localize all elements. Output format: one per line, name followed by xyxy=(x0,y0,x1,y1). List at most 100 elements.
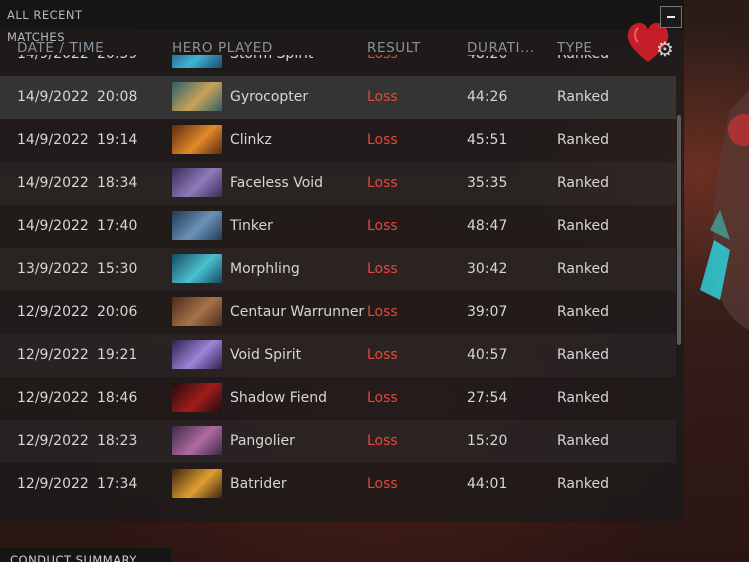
match-time: 18:46 xyxy=(97,390,138,406)
match-date: 12/9/2022 xyxy=(17,304,89,320)
match-time: 18:34 xyxy=(97,175,138,191)
background-hero-art xyxy=(700,90,749,330)
section-title: ALL RECENT MATCHES xyxy=(0,4,141,44)
match-time: 15:30 xyxy=(97,261,138,277)
hero-name: Centaur Warrunner xyxy=(230,304,365,320)
match-type: Ranked xyxy=(557,433,609,449)
match-row[interactable]: 12/9/2022 20:06 Centaur Warrunner Loss 39:07… xyxy=(0,291,676,334)
match-row[interactable]: 14/9/2022 18:34 Faceless Void Loss 35:35 Rank… xyxy=(0,162,676,205)
hero-portrait xyxy=(172,82,222,111)
match-row[interactable]: 12/9/2022 17:34 Batrider Loss 44:01 Ranked xyxy=(0,463,676,506)
match-type: Ranked xyxy=(557,304,609,320)
hero-portrait xyxy=(172,254,222,283)
match-date: 12/9/2022 xyxy=(17,347,89,363)
match-row[interactable]: 12/9/2022 18:23 Pangolier Loss 15:20 Ranked xyxy=(0,420,676,463)
hero-name: Faceless Void xyxy=(230,175,324,191)
match-result: Loss xyxy=(367,89,398,105)
match-duration: 48:20 xyxy=(467,55,507,76)
match-type: Ranked xyxy=(557,390,609,406)
column-header-duration[interactable]: DURATI... xyxy=(467,40,535,56)
match-result: Loss xyxy=(367,347,398,363)
match-row[interactable]: 12/9/2022 18:46 Shadow Fiend Loss 27:54 Ranke… xyxy=(0,377,676,420)
match-time: 19:14 xyxy=(97,132,138,148)
match-result: Loss xyxy=(367,175,398,191)
hero-name: Shadow Fiend xyxy=(230,390,327,406)
match-type: Ranked xyxy=(557,347,609,363)
match-row[interactable]: 14/9/2022 19:14 Clinkz Loss 45:51 Ranked xyxy=(0,119,676,162)
match-date: 13/9/2022 xyxy=(17,261,89,277)
match-duration: 48:47 xyxy=(467,218,508,234)
match-type: Ranked xyxy=(557,132,609,148)
match-date: 14/9/2022 xyxy=(17,218,89,234)
hero-name: Morphling xyxy=(230,261,300,277)
match-time: 18:23 xyxy=(97,433,138,449)
match-date: 12/9/2022 xyxy=(17,476,89,492)
hero-portrait xyxy=(172,469,222,498)
hero-portrait xyxy=(172,340,222,369)
panel-header: ALL RECENT MATCHES xyxy=(0,0,684,44)
column-header-date-time[interactable]: DATE / TIME xyxy=(17,40,104,56)
hero-name: Pangolier xyxy=(230,433,295,449)
hero-portrait xyxy=(172,297,222,326)
match-row[interactable]: 12/9/2022 19:21 Void Spirit Loss 40:57 Ranked xyxy=(0,334,676,377)
match-date: 12/9/2022 xyxy=(17,433,89,449)
hero-name: Gyrocopter xyxy=(230,89,309,105)
hero-name: Clinkz xyxy=(230,132,272,148)
conduct-summary-title: CONDUCT SUMMARY xyxy=(0,548,171,562)
match-result: Loss xyxy=(367,390,398,406)
column-header-hero[interactable]: HERO PLAYED xyxy=(172,40,273,56)
match-duration: 39:07 xyxy=(467,304,508,320)
hero-portrait xyxy=(172,383,222,412)
hero-portrait xyxy=(172,168,222,197)
scrollbar[interactable] xyxy=(677,115,681,345)
hero-name: Tinker xyxy=(230,218,273,234)
match-duration: 15:20 xyxy=(467,433,508,449)
match-date: 14/9/2022 xyxy=(17,175,89,191)
match-result: Loss xyxy=(367,132,398,148)
match-date: 14/9/2022 xyxy=(17,132,89,148)
match-time: 19:21 xyxy=(97,347,138,363)
column-header-result[interactable]: RESULT xyxy=(367,40,421,56)
minimize-button[interactable] xyxy=(660,6,682,28)
match-duration: 44:26 xyxy=(467,89,508,105)
match-result: Loss xyxy=(367,218,398,234)
hero-portrait xyxy=(172,125,222,154)
match-type: Ranked xyxy=(557,261,609,277)
hero-name: Void Spirit xyxy=(230,347,302,363)
hero-portrait xyxy=(172,426,222,455)
match-type: Ranked xyxy=(557,175,609,191)
hero-name: Storm Spirit xyxy=(230,55,313,76)
match-result: Loss xyxy=(367,433,398,449)
match-duration: 30:42 xyxy=(467,261,508,277)
match-time: 20:59 xyxy=(97,55,137,76)
match-result: Loss xyxy=(367,476,398,492)
match-duration: 45:51 xyxy=(467,132,508,148)
match-date: 12/9/2022 xyxy=(17,390,89,406)
match-result: Loss xyxy=(367,304,398,320)
recent-matches-panel: ALL RECENT MATCHES ⚙ DATE / TIME HERO PL… xyxy=(0,0,684,522)
match-duration: 40:57 xyxy=(467,347,508,363)
match-row[interactable]: 14/9/2022 17:40 Tinker Loss 48:47 Ranked xyxy=(0,205,676,248)
match-type: Ranked xyxy=(557,476,609,492)
match-type: Ranked xyxy=(557,218,609,234)
match-row[interactable]: 14/9/2022 20:59 Storm Spirit Loss 48:20 Ranke… xyxy=(0,55,676,76)
column-header-type[interactable]: TYPE xyxy=(557,40,593,56)
match-date: 14/9/2022 xyxy=(17,89,89,105)
match-list: 14/9/2022 20:59 Storm Spirit Loss 48:20 Ranke… xyxy=(0,55,676,520)
match-type: Ranked xyxy=(557,89,609,105)
match-row[interactable]: 14/9/2022 20:08 Gyrocopter Loss 44:26 Ranked xyxy=(0,76,676,119)
match-duration: 27:54 xyxy=(467,390,508,406)
match-time: 17:34 xyxy=(97,476,138,492)
match-type: Ranked xyxy=(557,55,609,76)
match-row[interactable]: 13/9/2022 15:30 Morphling Loss 30:42 Ranked xyxy=(0,248,676,291)
match-date: 14/9/2022 xyxy=(17,55,89,76)
match-time: 20:08 xyxy=(97,89,138,105)
hero-portrait xyxy=(172,55,222,68)
match-result: Loss xyxy=(367,55,398,76)
match-duration: 35:35 xyxy=(467,175,508,191)
match-time: 17:40 xyxy=(97,218,138,234)
match-time: 20:06 xyxy=(97,304,138,320)
hero-name: Batrider xyxy=(230,476,287,492)
hero-portrait xyxy=(172,211,222,240)
match-duration: 44:01 xyxy=(467,476,508,492)
